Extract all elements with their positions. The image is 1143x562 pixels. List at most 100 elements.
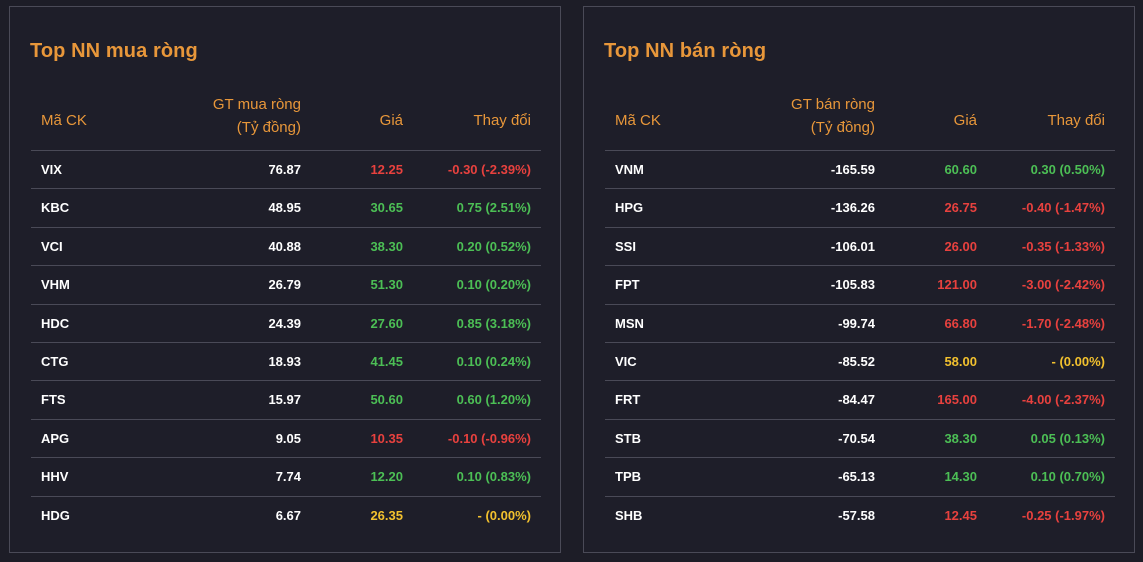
price-cell: 38.30: [944, 430, 977, 446]
table-row[interactable]: MSN -99.74 66.80 -1.70 (-2.48%): [605, 305, 1115, 343]
net-value-cell: 9.05: [275, 430, 301, 446]
stock-code-cell[interactable]: VIX: [41, 151, 62, 188]
column-header-price: Giá: [379, 112, 403, 129]
table-row[interactable]: VIX 76.87 12.25 -0.30 (-2.39%): [31, 151, 541, 190]
column-header-net-sell-value: GT bán ròng (Tỷ đồng): [791, 93, 875, 139]
change-cell: - (0.00%): [1051, 353, 1105, 369]
net-value-cell: -106.01: [830, 238, 875, 254]
price-cell: 14.30: [944, 469, 977, 485]
change-cell: 0.10 (0.83%): [456, 469, 531, 485]
change-cell: -0.40 (-1.47%): [1021, 200, 1105, 216]
stock-code-cell[interactable]: VIC: [615, 343, 637, 380]
stock-code-cell[interactable]: HHV: [41, 458, 68, 495]
price-cell: 27.60: [370, 315, 403, 331]
change-cell: -1.70 (-2.48%): [1021, 315, 1105, 331]
column-header-value-line2: (Tỷ đồng): [236, 119, 301, 136]
stock-code-cell[interactable]: FRT: [615, 381, 640, 418]
change-cell: -0.35 (-1.33%): [1021, 238, 1105, 254]
net-value-cell: -105.83: [830, 277, 875, 293]
stock-code-cell[interactable]: VCI: [41, 228, 63, 265]
table-row[interactable]: KBC 48.95 30.65 0.75 (2.51%): [31, 189, 541, 228]
change-cell: -4.00 (-2.37%): [1021, 392, 1105, 408]
net-sell-table: Mã CK GT bán ròng (Tỷ đồng) Giá Thay đổi…: [605, 91, 1115, 534]
column-header-value-line2: (Tỷ đồng): [810, 119, 875, 136]
net-value-cell: -65.13: [838, 469, 875, 485]
column-header-net-buy-value: GT mua ròng (Tỷ đồng): [213, 93, 301, 139]
net-value-cell: 24.39: [268, 315, 301, 331]
stock-code-cell[interactable]: TPB: [615, 458, 641, 495]
table-row[interactable]: SHB -57.58 12.45 -0.25 (-1.97%): [605, 497, 1115, 534]
change-cell: 0.20 (0.52%): [456, 238, 531, 254]
table-row[interactable]: CTG 18.93 41.45 0.10 (0.24%): [31, 343, 541, 382]
table-row[interactable]: HPG -136.26 26.75 -0.40 (-1.47%): [605, 189, 1115, 228]
stock-code-cell[interactable]: SSI: [615, 228, 636, 265]
change-cell: 0.60 (1.20%): [456, 392, 531, 408]
table-row[interactable]: FRT -84.47 165.00 -4.00 (-2.37%): [605, 381, 1115, 420]
price-cell: 12.45: [944, 507, 977, 523]
net-value-cell: -57.58: [838, 507, 875, 523]
column-header-value-line1: GT bán ròng: [791, 96, 875, 113]
price-cell: 58.00: [944, 353, 977, 369]
stock-code-cell[interactable]: STB: [615, 420, 641, 457]
table-row[interactable]: HHV 7.74 12.20 0.10 (0.83%): [31, 458, 541, 497]
change-cell: 0.10 (0.20%): [456, 277, 531, 293]
price-cell: 10.35: [370, 430, 403, 446]
table-row[interactable]: FPT -105.83 121.00 -3.00 (-2.42%): [605, 266, 1115, 305]
top-foreign-net-sell-panel: Top NN bán ròng Mã CK GT bán ròng (Tỷ đồ…: [583, 6, 1135, 553]
net-value-cell: -85.52: [838, 353, 875, 369]
stock-code-cell[interactable]: HPG: [615, 189, 643, 226]
table-row[interactable]: VIC -85.52 58.00 - (0.00%): [605, 343, 1115, 382]
stock-code-cell[interactable]: VHM: [41, 266, 70, 303]
table-row[interactable]: SSI -106.01 26.00 -0.35 (-1.33%): [605, 228, 1115, 267]
net-value-cell: -99.74: [838, 315, 875, 331]
change-cell: -0.25 (-1.97%): [1021, 507, 1105, 523]
stock-code-cell[interactable]: KBC: [41, 189, 69, 226]
net-value-cell: 18.93: [268, 353, 301, 369]
stock-code-cell[interactable]: HDC: [41, 305, 69, 342]
stock-code-cell[interactable]: SHB: [615, 497, 642, 534]
change-cell: 0.30 (0.50%): [1030, 162, 1105, 177]
table-row[interactable]: VHM 26.79 51.30 0.10 (0.20%): [31, 266, 541, 305]
price-cell: 121.00: [937, 277, 977, 293]
table-row[interactable]: VCI 40.88 38.30 0.20 (0.52%): [31, 228, 541, 267]
table-body: VNM -165.59 60.60 0.30 (0.50%) HPG -136.26 26.…: [605, 151, 1115, 534]
net-value-cell: 26.79: [268, 277, 301, 293]
stock-code-cell[interactable]: CTG: [41, 343, 68, 380]
table-row[interactable]: STB -70.54 38.30 0.05 (0.13%): [605, 420, 1115, 459]
table-row[interactable]: APG 9.05 10.35 -0.10 (-0.96%): [31, 420, 541, 459]
stock-code-cell[interactable]: MSN: [615, 305, 644, 342]
table-row[interactable]: VNM -165.59 60.60 0.30 (0.50%): [605, 151, 1115, 190]
change-cell: 0.85 (3.18%): [456, 315, 531, 331]
stock-code-cell[interactable]: FPT: [615, 266, 640, 303]
table-header: Mã CK GT mua ròng (Tỷ đồng) Giá Thay đổi: [31, 91, 541, 151]
change-cell: - (0.00%): [477, 507, 531, 523]
stock-code-cell[interactable]: FTS: [41, 381, 66, 418]
change-cell: -0.30 (-2.39%): [447, 162, 531, 177]
price-cell: 26.35: [370, 507, 403, 523]
price-cell: 26.00: [944, 238, 977, 254]
column-header-change: Thay đổi: [473, 112, 531, 129]
price-cell: 51.30: [370, 277, 403, 293]
price-cell: 60.60: [944, 162, 977, 177]
stock-code-cell[interactable]: HDG: [41, 497, 70, 534]
table-row[interactable]: HDC 24.39 27.60 0.85 (3.18%): [31, 305, 541, 343]
net-value-cell: 76.87: [268, 162, 301, 177]
stock-code-cell[interactable]: VNM: [615, 151, 644, 188]
change-cell: 0.10 (0.70%): [1030, 469, 1105, 485]
stock-code-cell[interactable]: APG: [41, 420, 69, 457]
column-header-price: Giá: [953, 112, 977, 129]
price-cell: 165.00: [937, 392, 977, 408]
table-row[interactable]: FTS 15.97 50.60 0.60 (1.20%): [31, 381, 541, 420]
net-value-cell: -84.47: [838, 392, 875, 408]
table-row[interactable]: HDG 6.67 26.35 - (0.00%): [31, 497, 541, 534]
column-header-value-line1: GT mua ròng: [212, 96, 301, 113]
price-cell: 41.45: [370, 353, 403, 369]
net-value-cell: 15.97: [268, 392, 301, 408]
net-value-cell: -136.26: [830, 200, 875, 216]
price-cell: 12.20: [370, 469, 403, 485]
price-cell: 12.25: [370, 162, 403, 177]
net-value-cell: 7.74: [275, 469, 301, 485]
table-row[interactable]: TPB -65.13 14.30 0.10 (0.70%): [605, 458, 1115, 497]
panel-title: Top NN bán ròng: [604, 40, 767, 62]
panel-title: Top NN mua ròng: [30, 40, 198, 62]
